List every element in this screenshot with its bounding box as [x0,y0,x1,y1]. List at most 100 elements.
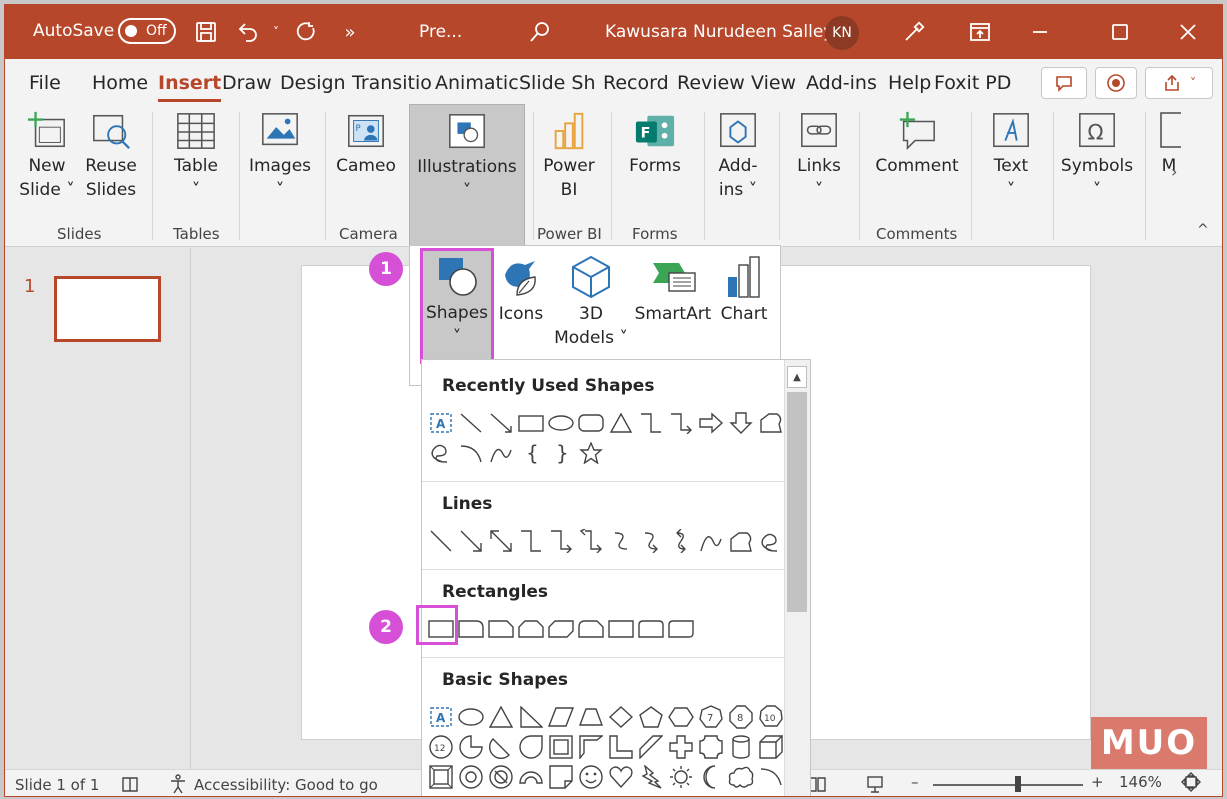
record-button[interactable] [1095,67,1137,99]
tab-design[interactable]: Design [280,72,346,94]
collapse-ribbon-icon[interactable]: ^ [1197,222,1209,238]
line-elbow[interactable] [516,526,546,556]
shape-right-brace[interactable]: } [546,438,576,468]
cameo-button[interactable]: P Cameo [331,108,401,178]
forms-button[interactable]: F Forms [621,108,689,178]
basic-heptagon[interactable]: 7 [696,702,726,732]
close-icon[interactable] [1173,17,1203,47]
shape-scribble[interactable] [426,438,456,468]
text-button[interactable]: Text ˅ [981,108,1041,202]
autosave-toggle[interactable]: Off [118,18,176,44]
basic-donut[interactable] [456,762,486,792]
basic-left-bracket[interactable] [486,792,516,796]
search-icon[interactable] [525,17,555,47]
line-double-arrow[interactable] [486,526,516,556]
fit-to-window-icon[interactable] [1181,772,1201,796]
rect-snip-single[interactable] [486,614,516,644]
basic-oval[interactable] [456,702,486,732]
basic-cloud[interactable] [726,762,756,792]
shape-text-box[interactable]: A [426,408,456,438]
basic-left-brace[interactable] [546,792,576,796]
ribbon-display-icon[interactable] [965,17,995,47]
shapes-button[interactable]: Shapes ˅ [420,248,494,364]
basic-no-symbol[interactable] [486,762,516,792]
rect-rounded-corner[interactable] [456,614,486,644]
shape-freeform[interactable] [756,408,786,438]
line-curved-connector[interactable] [606,526,636,556]
tab-animations[interactable]: Animatic [435,72,519,94]
rect-round-diagonal[interactable] [666,614,696,644]
line-arrow[interactable] [456,526,486,556]
power-bi-button[interactable]: Power BI [539,108,599,202]
basic-plaque[interactable] [696,732,726,762]
basic-double-bracket[interactable] [426,792,456,796]
basic-half-frame[interactable] [576,732,606,762]
maximize-icon[interactable] [1105,17,1135,47]
basic-bevel[interactable] [426,762,456,792]
basic-right-brace[interactable] [576,792,606,796]
tab-draw[interactable]: Draw [222,72,272,94]
tab-record[interactable]: Record [603,72,669,94]
basic-double-brace[interactable] [456,792,486,796]
tab-view[interactable]: View [751,72,796,94]
basic-triangle[interactable] [486,702,516,732]
tab-insert[interactable]: Insert [158,72,222,102]
zoom-slider-handle[interactable] [1015,776,1021,792]
basic-smiley-face[interactable] [576,762,606,792]
shape-line[interactable] [456,408,486,438]
line-freeform[interactable] [726,526,756,556]
basic-folded-corner[interactable] [546,762,576,792]
line-elbow-double-arrow[interactable] [576,526,606,556]
shape-triangle[interactable] [606,408,636,438]
reuse-slides-button[interactable]: Reuse Slides [81,108,141,202]
images-button[interactable]: Images ˅ [247,108,313,202]
basic-right-bracket[interactable] [516,792,546,796]
tab-transitions[interactable]: Transitio [352,72,432,94]
slide-thumbnail[interactable] [54,276,161,342]
tab-foxit[interactable]: Foxit PD [934,72,1011,94]
line-curved-arrow[interactable] [636,526,666,556]
rect-snip-round[interactable] [576,614,606,644]
basic-diagonal-stripe[interactable] [636,732,666,762]
user-name[interactable]: Kawusara Nurudeen Salley [605,22,833,42]
shape-elbow-arrow[interactable] [666,408,696,438]
rect-round-single[interactable] [606,614,636,644]
more-commands-icon[interactable]: » [335,17,365,47]
shape-star[interactable] [576,438,606,468]
shape-arc[interactable] [456,438,486,468]
minimize-icon[interactable] [1025,17,1055,47]
slide-count[interactable]: Slide 1 of 1 [15,776,99,794]
shape-down-arrow[interactable] [726,408,756,438]
tab-home[interactable]: Home [92,72,148,94]
comments-button[interactable] [1041,67,1087,99]
basic-dodecagon[interactable]: 12 [426,732,456,762]
zoom-slider[interactable] [933,784,1083,786]
basic-cross[interactable] [666,732,696,762]
undo-dropdown-icon[interactable]: ˅ [261,17,291,47]
basic-parallelogram[interactable] [546,702,576,732]
smartart-button[interactable]: SmartArt [632,252,714,326]
basic-heart[interactable] [606,762,636,792]
illustrations-button[interactable]: Illustrations ˅ [409,104,525,247]
add-ins-button[interactable]: Add- ins ˅ [711,108,765,202]
table-button[interactable]: Table ˅ [165,108,227,202]
accessibility-icon[interactable] [167,773,189,796]
zoom-in-icon[interactable]: + [1091,773,1104,791]
shape-left-brace[interactable]: { [516,438,546,468]
rect-snip-diagonal[interactable] [546,614,576,644]
basic-trapezoid[interactable] [576,702,606,732]
scroll-up-icon[interactable]: ▲ [787,366,807,388]
basic-hexagon[interactable] [666,702,696,732]
chart-button[interactable]: Chart [714,252,774,326]
line-scribble[interactable] [756,526,786,556]
basic-block-arc[interactable] [516,762,546,792]
symbols-button[interactable]: Ω Symbols ˅ [1059,108,1135,202]
new-slide-button[interactable]: New Slide ˅ [15,108,79,202]
basic-can[interactable] [726,732,756,762]
shape-right-arrow[interactable] [696,408,726,438]
basic-right-triangle[interactable] [516,702,546,732]
shape-rectangle[interactable] [516,408,546,438]
shape-curve[interactable] [486,438,516,468]
shape-elbow-connector[interactable] [636,408,666,438]
line-straight[interactable] [426,526,456,556]
